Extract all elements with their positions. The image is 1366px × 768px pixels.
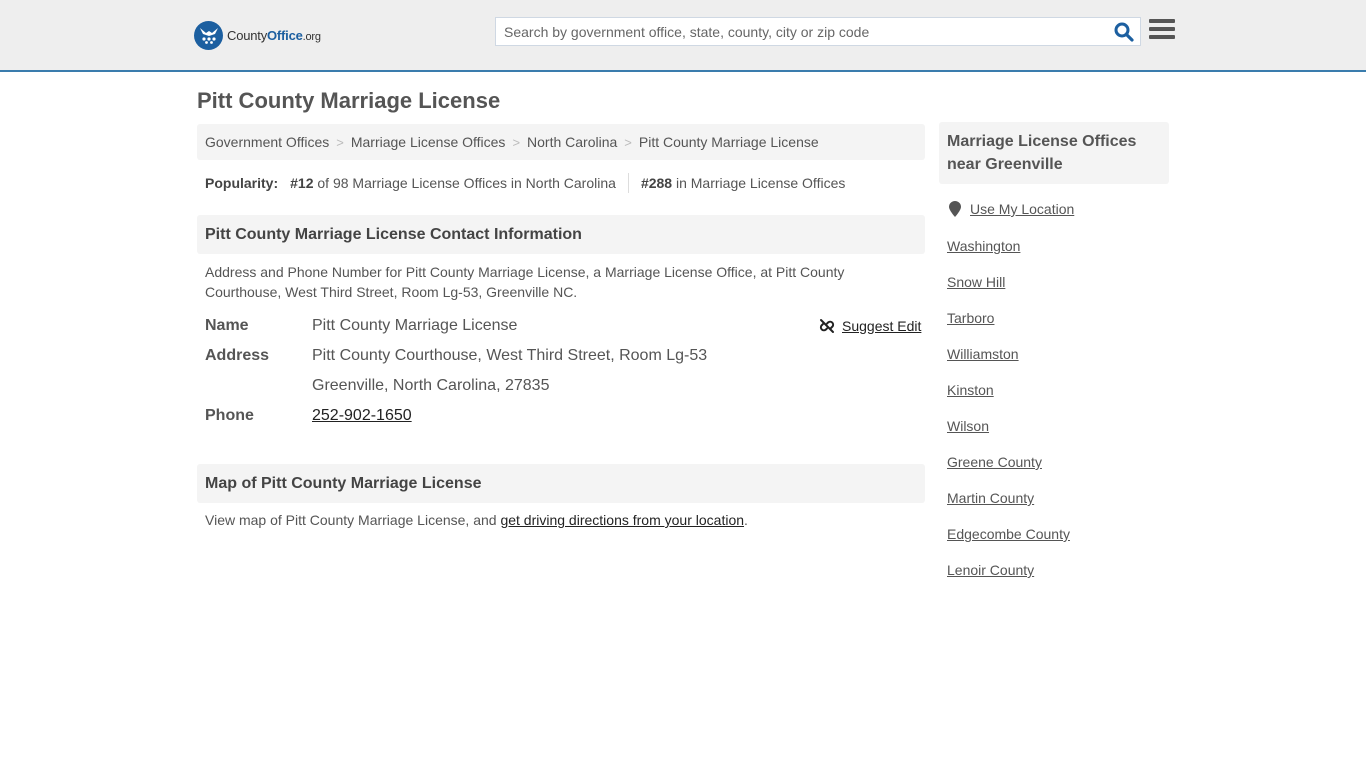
list-item: Martin County bbox=[947, 490, 1070, 526]
state-rank-text: of 98 Marriage License Offices in North … bbox=[317, 175, 616, 191]
nearby-office-link[interactable]: Martin County bbox=[947, 490, 1034, 506]
nearby-office-link[interactable]: Kinston bbox=[947, 382, 994, 398]
nearby-office-link[interactable]: Washington bbox=[947, 238, 1020, 254]
list-item: Edgecombe County bbox=[947, 526, 1070, 562]
site-header: CountyOffice.org bbox=[0, 0, 1366, 72]
contact-section-heading: Pitt County Marriage License Contact Inf… bbox=[197, 215, 925, 254]
divider bbox=[627, 173, 629, 193]
phone-row: Phone 252-902-1650 bbox=[205, 407, 412, 425]
unlink-icon bbox=[819, 319, 835, 333]
use-my-location[interactable]: Use My Location bbox=[949, 201, 1074, 217]
suggest-edit-link[interactable]: Suggest Edit bbox=[842, 318, 921, 334]
nearby-office-link[interactable]: Greene County bbox=[947, 454, 1042, 470]
breadcrumb-separator: > bbox=[512, 134, 521, 150]
phone-link[interactable]: 252-902-1650 bbox=[312, 407, 412, 424]
use-my-location-link[interactable]: Use My Location bbox=[970, 201, 1074, 217]
search-button[interactable] bbox=[1114, 22, 1134, 42]
national-rank: #288 bbox=[640, 175, 673, 191]
list-item: Washington bbox=[947, 238, 1070, 274]
address-label-spacer bbox=[205, 377, 312, 395]
map-section-heading: Map of Pitt County Marriage License bbox=[197, 464, 925, 503]
page-title: Pitt County Marriage License bbox=[197, 88, 501, 113]
breadcrumb-separator: > bbox=[624, 134, 632, 150]
popularity-label: Popularity: bbox=[205, 175, 279, 191]
nearby-office-link[interactable]: Snow Hill bbox=[947, 274, 1005, 290]
search-input[interactable] bbox=[496, 18, 1106, 45]
nearby-office-link[interactable]: Lenoir County bbox=[947, 562, 1034, 578]
menu-bar-icon bbox=[1149, 19, 1175, 23]
address-line-1: Pitt County Courthouse, West Third Stree… bbox=[312, 347, 708, 364]
address-line-2: Greenville, North Carolina, 27835 bbox=[312, 377, 550, 394]
list-item: Greene County bbox=[947, 454, 1070, 490]
search-icon bbox=[1114, 22, 1134, 42]
list-item: Williamston bbox=[947, 346, 1070, 382]
state-rank: #12 bbox=[290, 175, 314, 191]
suggest-edit-button[interactable]: Suggest Edit bbox=[819, 318, 921, 334]
list-item: Lenoir County bbox=[947, 562, 1070, 598]
map-text-prefix: View map of Pitt County Marriage License… bbox=[205, 512, 501, 528]
breadcrumb-current: Pitt County Marriage License bbox=[638, 134, 819, 150]
list-item: Snow Hill bbox=[947, 274, 1070, 310]
phone-label: Phone bbox=[205, 407, 254, 424]
hamburger-menu-button[interactable] bbox=[1149, 19, 1175, 43]
address-row: Address Pitt County Courthouse, West Thi… bbox=[205, 347, 707, 365]
nearby-office-link[interactable]: Tarboro bbox=[947, 310, 994, 326]
breadcrumb: Government Offices > Marriage License Of… bbox=[197, 124, 925, 160]
menu-bar-icon bbox=[1149, 27, 1175, 31]
list-item: Kinston bbox=[947, 382, 1070, 418]
breadcrumb-marriage-license-offices[interactable]: Marriage License Offices bbox=[351, 134, 506, 150]
nearby-office-link[interactable]: Edgecombe County bbox=[947, 526, 1070, 542]
national-rank-text: in Marriage License Offices bbox=[675, 175, 846, 191]
driving-directions-link[interactable]: get driving directions from your locatio… bbox=[500, 512, 744, 528]
name-row: Name Pitt County Marriage License bbox=[205, 317, 517, 335]
map-text-suffix: . bbox=[744, 512, 748, 528]
site-logo[interactable]: CountyOffice.org bbox=[194, 20, 321, 50]
name-label: Name bbox=[205, 317, 249, 334]
search-box bbox=[495, 17, 1141, 46]
nearby-offices-list: Washington Snow Hill Tarboro Williamston… bbox=[947, 238, 1070, 598]
breadcrumb-separator: > bbox=[336, 134, 344, 150]
contact-description: Address and Phone Number for Pitt County… bbox=[205, 264, 845, 300]
map-description: View map of Pitt County Marriage License… bbox=[205, 512, 748, 528]
breadcrumb-government-offices[interactable]: Government Offices bbox=[205, 134, 329, 150]
eagle-stars-icon bbox=[194, 20, 223, 50]
logo-wordmark: CountyOffice.org bbox=[227, 27, 321, 43]
name-value: Pitt County Marriage License bbox=[312, 317, 518, 334]
breadcrumb-north-carolina[interactable]: North Carolina bbox=[527, 134, 617, 150]
menu-bar-icon bbox=[1149, 35, 1175, 39]
address-row-2: Greenville, North Carolina, 27835 bbox=[205, 377, 549, 395]
list-item: Tarboro bbox=[947, 310, 1070, 346]
sidebar-heading: Marriage License Offices near Greenville bbox=[939, 122, 1169, 184]
map-pin-icon bbox=[949, 201, 961, 217]
nearby-office-link[interactable]: Williamston bbox=[947, 346, 1019, 362]
popularity-bar: Popularity: #12 of 98 Marriage License O… bbox=[205, 173, 845, 193]
nearby-office-link[interactable]: Wilson bbox=[947, 418, 989, 434]
address-label: Address bbox=[205, 347, 270, 364]
list-item: Wilson bbox=[947, 418, 1070, 454]
